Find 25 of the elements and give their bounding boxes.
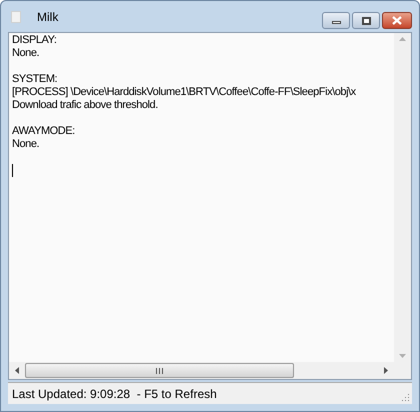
scroll-thumb[interactable]: [25, 363, 294, 378]
vertical-scrollbar[interactable]: [394, 33, 411, 362]
resize-grip-icon[interactable]: [400, 392, 410, 402]
text-line: None.: [12, 138, 40, 151]
text-line: Download trafic above threshold.: [12, 99, 158, 112]
close-button[interactable]: [382, 12, 412, 29]
text-line: None.: [12, 47, 40, 60]
close-icon: [392, 16, 402, 25]
text-caret: [12, 164, 13, 177]
section-heading: AWAYMODE:: [12, 125, 75, 138]
scroll-left-icon[interactable]: [15, 367, 19, 374]
scroll-right-icon[interactable]: [384, 367, 388, 374]
grip-icon: [156, 368, 163, 374]
text-area[interactable]: DISPLAY: None. SYSTEM: [PROCESS] \Device\HarddiskVolume1\BRTV\Coffee\Coffe-FF\SleepFix\obj\x Download trafic above threshold. AWAYMODE: None.: [9, 33, 394, 362]
horizontal-scrollbar[interactable]: [9, 362, 411, 379]
window-title: Milk: [37, 8, 58, 26]
text-line: [PROCESS] \Device\HarddiskVolume1\BRTV\Coffee\Coffe-FF\SleepFix\obj\x: [12, 86, 356, 99]
maximize-button[interactable]: [352, 12, 380, 29]
scroll-up-icon[interactable]: [399, 37, 406, 41]
scroll-down-icon[interactable]: [399, 354, 406, 358]
minimize-button[interactable]: [322, 12, 350, 29]
section-heading: SYSTEM:: [12, 73, 58, 86]
status-text: Last Updated: 9:09:28 - F5 to Refresh: [12, 386, 217, 402]
section-heading: DISPLAY:: [12, 34, 56, 47]
app-icon: [11, 10, 21, 22]
